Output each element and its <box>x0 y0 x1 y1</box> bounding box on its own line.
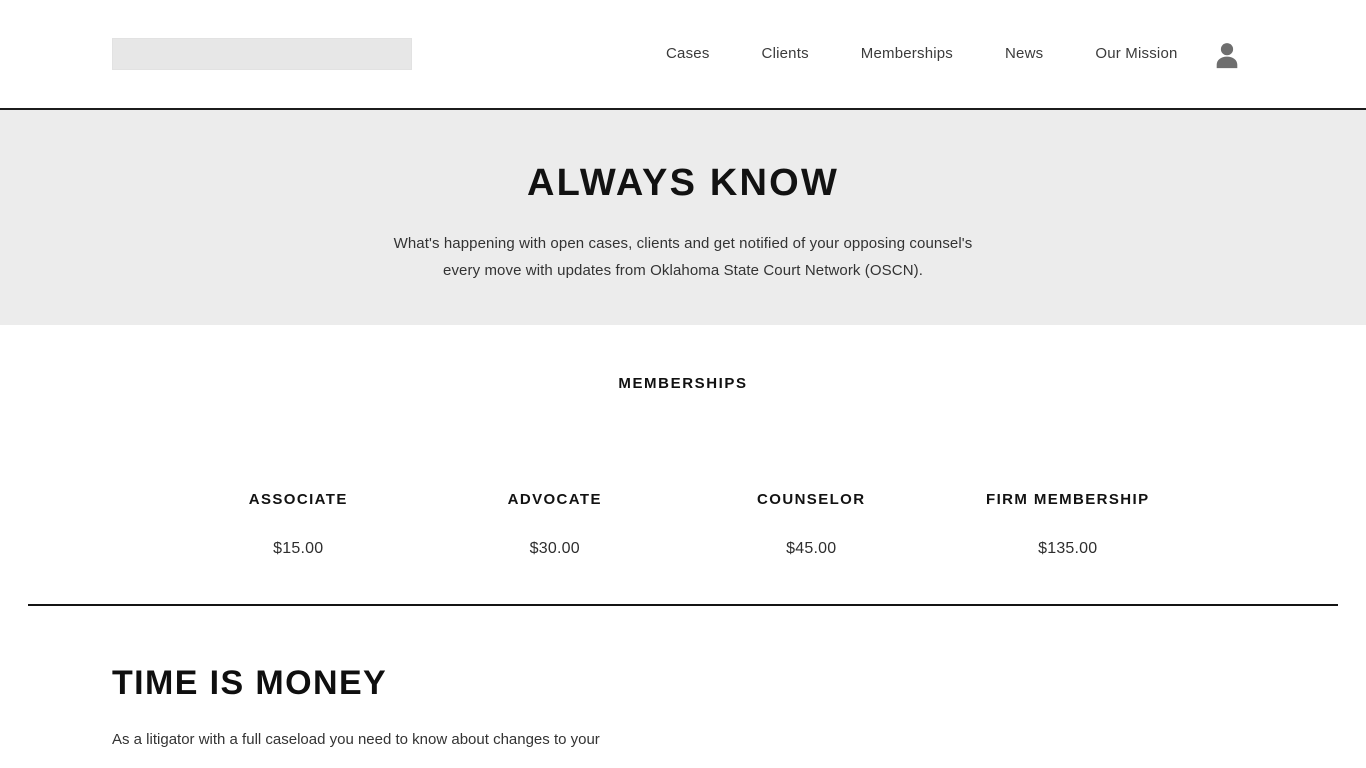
nav-item-news[interactable]: News <box>979 44 1069 64</box>
user-icon[interactable] <box>1212 40 1242 70</box>
tier-name: ASSOCIATE <box>248 491 348 508</box>
hero-banner: ALWAYS KNOW What's happening with open c… <box>0 108 1366 325</box>
time-is-money-body: As a litigator with a full caseload you … <box>112 731 600 748</box>
main-navigation: Cases Clients Memberships News Our Missi… <box>640 0 1204 108</box>
site-logo[interactable] <box>112 38 412 70</box>
hero-subtitle-line-1: What's happening with open cases, client… <box>393 235 973 252</box>
hero-subtitle-line-2: every move with updates from Oklahoma St… <box>443 262 923 279</box>
time-is-money-title: TIME IS MONEY <box>112 664 388 702</box>
tier-price: $15.00 <box>273 540 324 557</box>
hero-subtitle: What's happening with open cases, client… <box>373 230 993 284</box>
hero-title: ALWAYS KNOW <box>526 162 840 204</box>
nav-item-clients[interactable]: Clients <box>736 44 835 64</box>
memberships-heading: MEMBERSHIPS <box>618 375 748 392</box>
tier-name: FIRM MEMBERSHIP <box>986 491 1150 508</box>
membership-tier-grid: ASSOCIATE $15.00 ADVOCATE $30.00 COUNSEL… <box>0 490 1366 559</box>
tier-price: $135.00 <box>1038 540 1098 557</box>
tier-name: ADVOCATE <box>507 491 602 508</box>
membership-tier-firm-membership[interactable]: FIRM MEMBERSHIP $135.00 <box>940 490 1197 559</box>
memberships-section: MEMBERSHIPS ASSOCIATE $15.00 ADVOCATE $3… <box>0 325 1366 606</box>
tier-name: COUNSELOR <box>757 491 866 508</box>
nav-item-cases[interactable]: Cases <box>640 44 736 64</box>
site-header: Cases Clients Memberships News Our Missi… <box>0 0 1366 108</box>
tier-price: $30.00 <box>529 540 580 557</box>
nav-item-our-mission[interactable]: Our Mission <box>1069 44 1203 64</box>
time-is-money-section: TIME IS MONEY As a litigator with a full… <box>0 606 1366 753</box>
membership-tier-associate[interactable]: ASSOCIATE $15.00 <box>170 490 427 559</box>
membership-tier-counselor[interactable]: COUNSELOR $45.00 <box>683 490 940 559</box>
membership-tier-advocate[interactable]: ADVOCATE $30.00 <box>427 490 684 559</box>
nav-item-memberships[interactable]: Memberships <box>835 44 979 64</box>
tier-price: $45.00 <box>786 540 837 557</box>
